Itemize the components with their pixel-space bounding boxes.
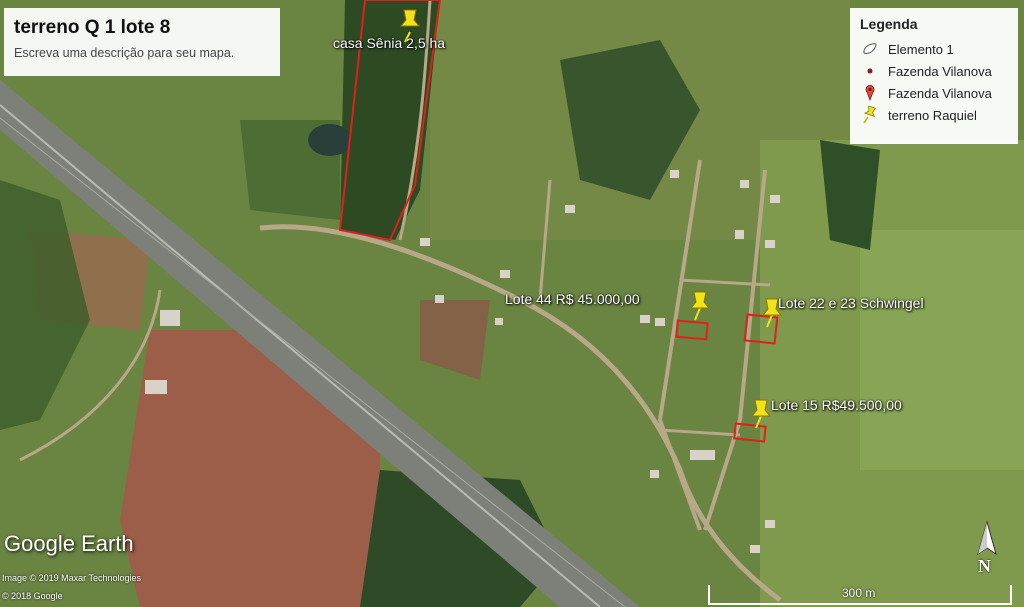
google-earth-logo: Google Earth (4, 531, 134, 557)
placemark-label[interactable]: Lote 15 R$49.500,00 (771, 397, 902, 413)
map-pin-icon (860, 84, 880, 102)
logo-earth-text: Earth (81, 531, 134, 556)
dot-icon (860, 62, 880, 80)
scale-bar: 300 m (708, 585, 1012, 605)
imagery-credit: Image © 2019 Maxar Technologies (2, 573, 142, 583)
placemark-label[interactable]: Lote 44 R$ 45.000,00 (505, 291, 640, 307)
legend-item: Fazenda Vilanova (860, 60, 1008, 82)
map-title-panel: terreno Q 1 lote 8 Escreva uma descrição… (4, 8, 280, 76)
scale-label: 300 m (842, 586, 876, 600)
legend-item: Elemento 1 (860, 38, 1008, 60)
google-credit: © 2018 Google (2, 591, 63, 601)
legend-title: Legenda (860, 16, 918, 32)
map-title: terreno Q 1 lote 8 (14, 17, 171, 38)
yellow-pushpin-icon (860, 106, 880, 124)
legend-label: Elemento 1 (888, 41, 954, 57)
polygon-icon (860, 40, 880, 58)
legend-label: terreno Raquiel (888, 107, 977, 123)
legend-label: Fazenda Vilanova (888, 85, 992, 101)
compass-north-label: N (978, 556, 991, 576)
legend-label: Fazenda Vilanova (888, 63, 992, 79)
logo-google-text: Google (4, 531, 75, 556)
placemark-label[interactable]: casa Sênia 2,5 ha (333, 35, 445, 51)
legend-panel: Legenda Elemento 1 Fazenda Vilanova Faze… (850, 8, 1018, 144)
map-description: Escreva uma descrição para seu mapa. (14, 46, 235, 60)
legend-item: Fazenda Vilanova (860, 82, 1008, 104)
legend-item: terreno Raquiel (860, 104, 1008, 126)
placemark-label[interactable]: Lote 22 e 23 Schwingel (778, 295, 924, 311)
